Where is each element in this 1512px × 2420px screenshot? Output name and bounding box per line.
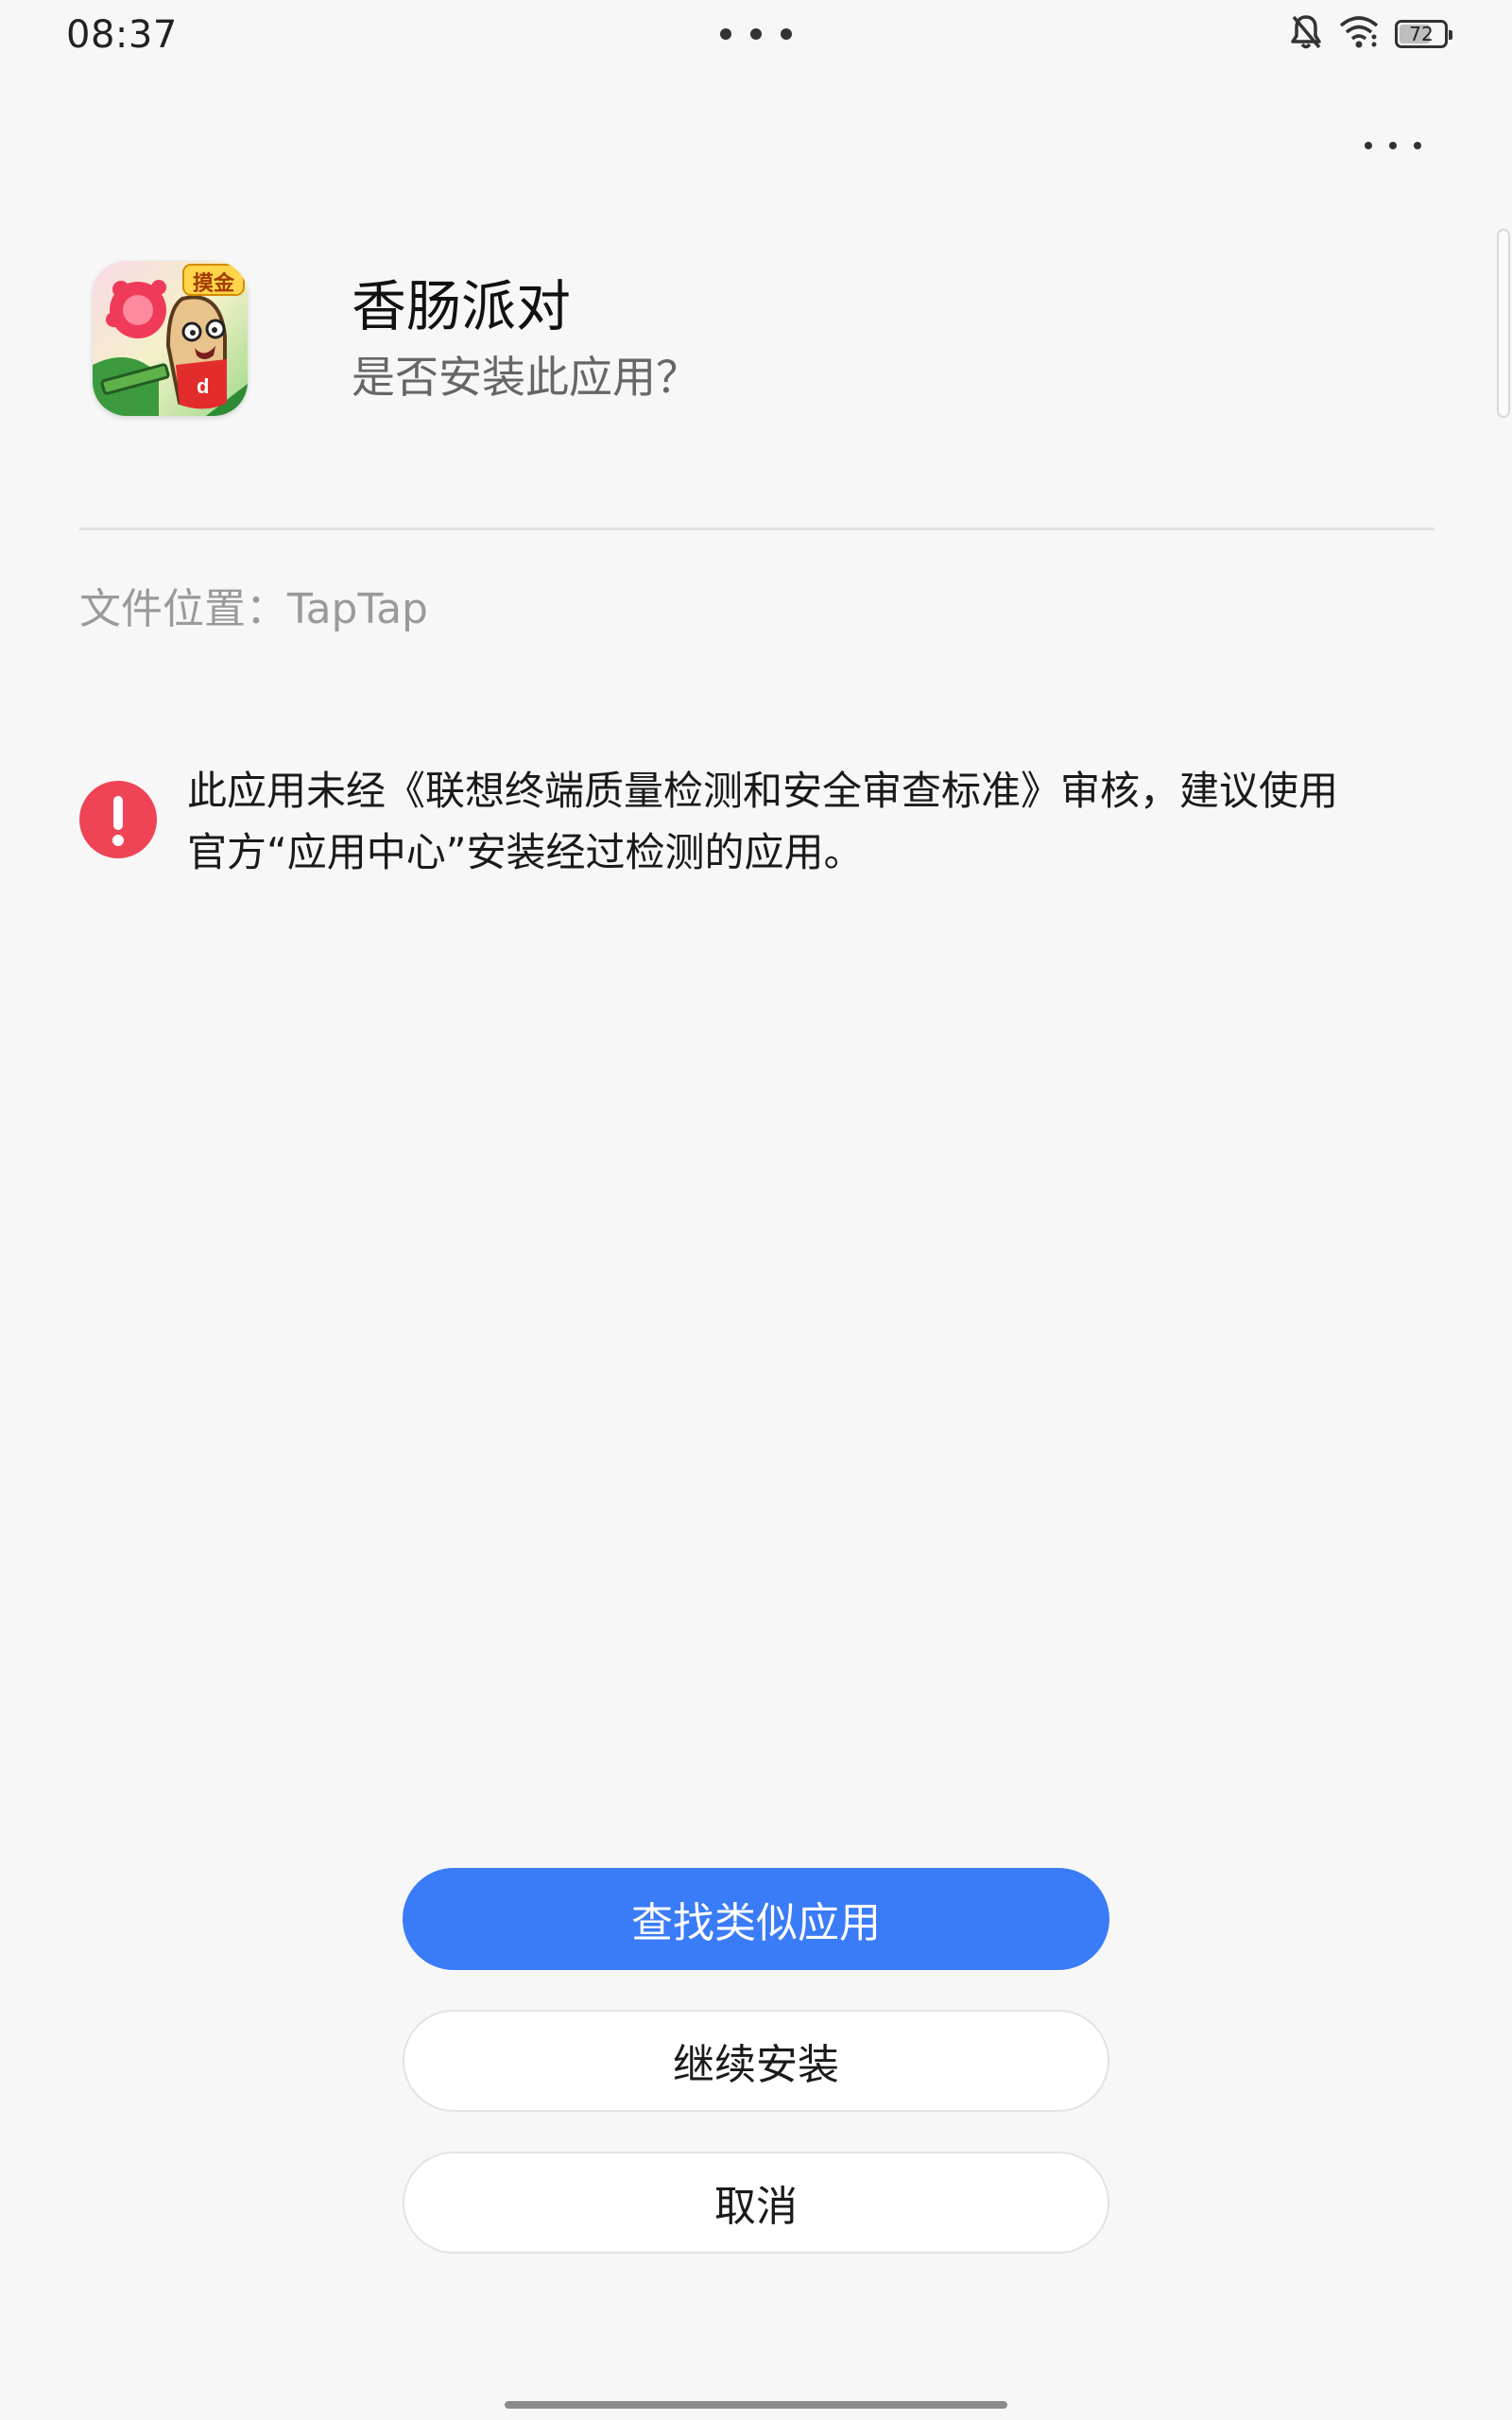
- warning-message: 此应用未经《联想终端质量检测和安全审查标准》审核，建议使用 官方“应用中心”安装…: [187, 760, 1435, 883]
- more-options-icon[interactable]: [1365, 129, 1421, 163]
- battery-level: 72: [1409, 23, 1434, 45]
- battery-icon: 72: [1395, 20, 1452, 48]
- install-question: 是否安装此应用？: [352, 352, 699, 403]
- find-similar-apps-button[interactable]: 查找类似应用: [403, 1868, 1109, 1970]
- notifications-off-icon: [1289, 13, 1323, 55]
- svg-text:d: d: [197, 374, 209, 398]
- status-dots-icon: [720, 28, 792, 42]
- divider: [79, 527, 1435, 530]
- cancel-button[interactable]: 取消: [403, 2152, 1109, 2254]
- scrollbar[interactable]: [1497, 229, 1510, 418]
- warning-line-2: 官方“应用中心”安装经过检测的应用。: [187, 829, 864, 875]
- status-icons: 72: [1289, 13, 1452, 55]
- status-bar: 08:37 72: [0, 0, 1512, 68]
- navigation-gesture-bar[interactable]: [505, 2401, 1007, 2409]
- warning-line-1: 此应用未经《联想终端质量检测和安全审查标准》审核，建议使用: [187, 768, 1339, 814]
- exclamation-icon: [79, 781, 157, 858]
- app-icon: d 摸金: [93, 261, 248, 416]
- app-name: 香肠派对: [352, 274, 572, 338]
- status-time: 08:37: [66, 13, 178, 57]
- app-icon-badge: 摸金: [192, 272, 234, 296]
- file-location: 文件位置：TapTap: [79, 585, 428, 633]
- wifi-icon: [1338, 15, 1380, 53]
- continue-install-button[interactable]: 继续安装: [403, 2010, 1109, 2112]
